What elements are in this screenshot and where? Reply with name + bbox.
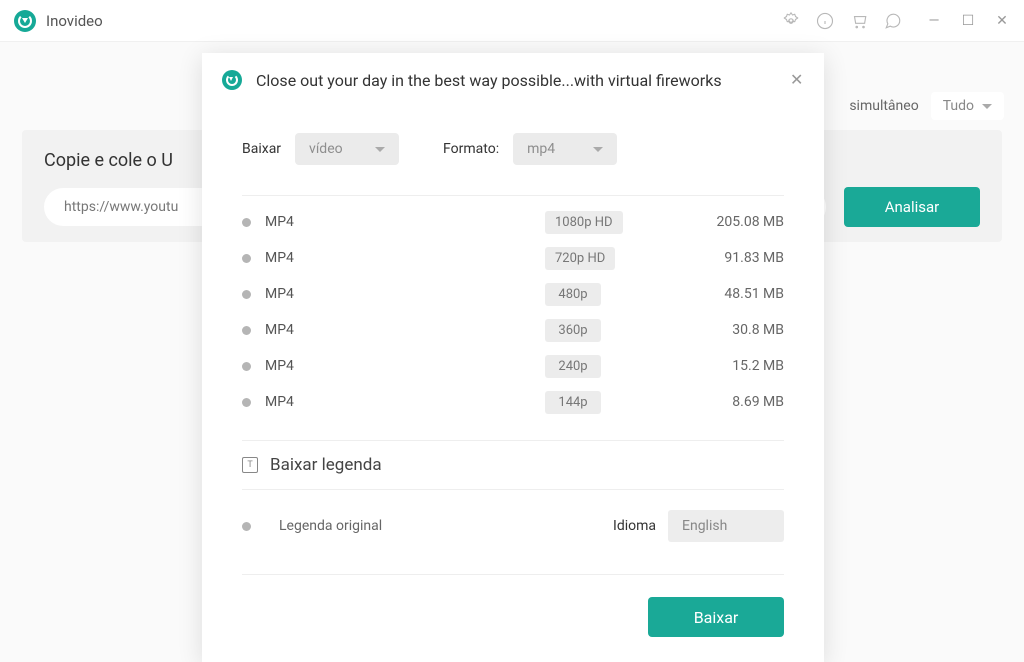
format-value: mp4 bbox=[527, 141, 555, 157]
subtitle-original-label: Legenda original bbox=[279, 518, 382, 534]
format-quality: 360p bbox=[545, 319, 601, 342]
close-icon[interactable]: ✕ bbox=[790, 73, 804, 87]
format-row[interactable]: MP4 480p 48.51 MB bbox=[242, 276, 784, 312]
format-size: 30.8 MB bbox=[690, 322, 784, 338]
divider bbox=[242, 574, 784, 575]
app-title: Inovideo bbox=[46, 12, 103, 30]
analyze-button[interactable]: Analisar bbox=[844, 187, 980, 227]
format-quality: 240p bbox=[545, 355, 601, 378]
format-quality: 144p bbox=[545, 391, 601, 414]
format-quality: 1080p HD bbox=[545, 211, 623, 234]
bullet-icon bbox=[242, 398, 251, 407]
cart-icon[interactable] bbox=[850, 12, 868, 30]
format-name: MP4 bbox=[265, 322, 545, 338]
bullet-icon bbox=[242, 290, 251, 299]
settings-icon[interactable] bbox=[782, 12, 800, 30]
subtitle-row[interactable]: Legenda original Idioma English bbox=[242, 490, 784, 562]
format-name: MP4 bbox=[265, 214, 545, 230]
chat-icon[interactable] bbox=[884, 12, 902, 30]
bullet-icon bbox=[242, 362, 251, 371]
format-list: MP4 1080p HD 205.08 MB MP4 720p HD 91.83… bbox=[202, 195, 824, 420]
bullet-icon bbox=[242, 522, 251, 531]
minimize-button[interactable]: — bbox=[926, 13, 942, 29]
format-size: 205.08 MB bbox=[690, 214, 784, 230]
modal-header: Close out your day in the best way possi… bbox=[202, 53, 824, 107]
chevron-down-icon bbox=[593, 147, 603, 152]
format-name: MP4 bbox=[265, 286, 545, 302]
format-name: MP4 bbox=[265, 394, 545, 410]
language-label: Idioma bbox=[613, 518, 656, 534]
format-size: 15.2 MB bbox=[690, 358, 784, 374]
modal-logo-icon bbox=[222, 70, 242, 90]
language-value: English bbox=[682, 518, 727, 534]
maximize-button[interactable]: ☐ bbox=[960, 13, 976, 29]
subtitle-header: T Baixar legenda bbox=[242, 440, 784, 489]
filter-dropdown[interactable]: Tudo bbox=[931, 92, 1004, 120]
modal-title: Close out your day in the best way possi… bbox=[256, 71, 790, 90]
filter-value: Tudo bbox=[943, 98, 974, 114]
format-size: 8.69 MB bbox=[690, 394, 784, 410]
bullet-icon bbox=[242, 218, 251, 227]
format-row[interactable]: MP4 240p 15.2 MB bbox=[242, 348, 784, 384]
format-label: Formato: bbox=[443, 141, 499, 157]
download-type-value: vídeo bbox=[309, 141, 343, 157]
chevron-down-icon bbox=[982, 104, 992, 109]
divider bbox=[242, 195, 784, 196]
behind-controls: simultâneo Tudo bbox=[849, 92, 1004, 120]
format-name: MP4 bbox=[265, 250, 545, 266]
download-type-label: Baixar bbox=[242, 141, 281, 157]
format-row[interactable]: MP4 360p 30.8 MB bbox=[242, 312, 784, 348]
format-size: 91.83 MB bbox=[690, 250, 784, 266]
modal-footer: Baixar bbox=[202, 562, 824, 575]
format-dropdown[interactable]: mp4 bbox=[513, 133, 617, 165]
app-logo-icon bbox=[14, 10, 36, 32]
bullet-icon bbox=[242, 326, 251, 335]
format-size: 48.51 MB bbox=[690, 286, 784, 302]
subtitle-section: T Baixar legenda Legenda original Idioma… bbox=[202, 420, 824, 562]
download-modal: Close out your day in the best way possi… bbox=[202, 53, 824, 662]
subtitle-icon: T bbox=[242, 457, 258, 473]
modal-controls: Baixar vídeo Formato: mp4 bbox=[202, 107, 824, 195]
format-row[interactable]: MP4 144p 8.69 MB bbox=[242, 384, 784, 420]
download-type-dropdown[interactable]: vídeo bbox=[295, 133, 399, 165]
titlebar: Inovideo — ☐ ✕ bbox=[0, 0, 1024, 42]
format-quality: 480p bbox=[545, 283, 601, 306]
format-name: MP4 bbox=[265, 358, 545, 374]
titlebar-right: — ☐ ✕ bbox=[782, 12, 1010, 30]
download-button[interactable]: Baixar bbox=[648, 597, 784, 637]
format-row[interactable]: MP4 720p HD 91.83 MB bbox=[242, 240, 784, 276]
subtitle-title: Baixar legenda bbox=[270, 455, 382, 475]
format-quality: 720p HD bbox=[545, 247, 615, 270]
language-dropdown[interactable]: English bbox=[668, 510, 784, 542]
close-window-button[interactable]: ✕ bbox=[994, 13, 1010, 29]
bullet-icon bbox=[242, 254, 251, 263]
format-row[interactable]: MP4 1080p HD 205.08 MB bbox=[242, 204, 784, 240]
window-controls: — ☐ ✕ bbox=[926, 13, 1010, 29]
info-icon[interactable] bbox=[816, 12, 834, 30]
threads-label: simultâneo bbox=[849, 98, 918, 114]
chevron-down-icon bbox=[375, 147, 385, 152]
